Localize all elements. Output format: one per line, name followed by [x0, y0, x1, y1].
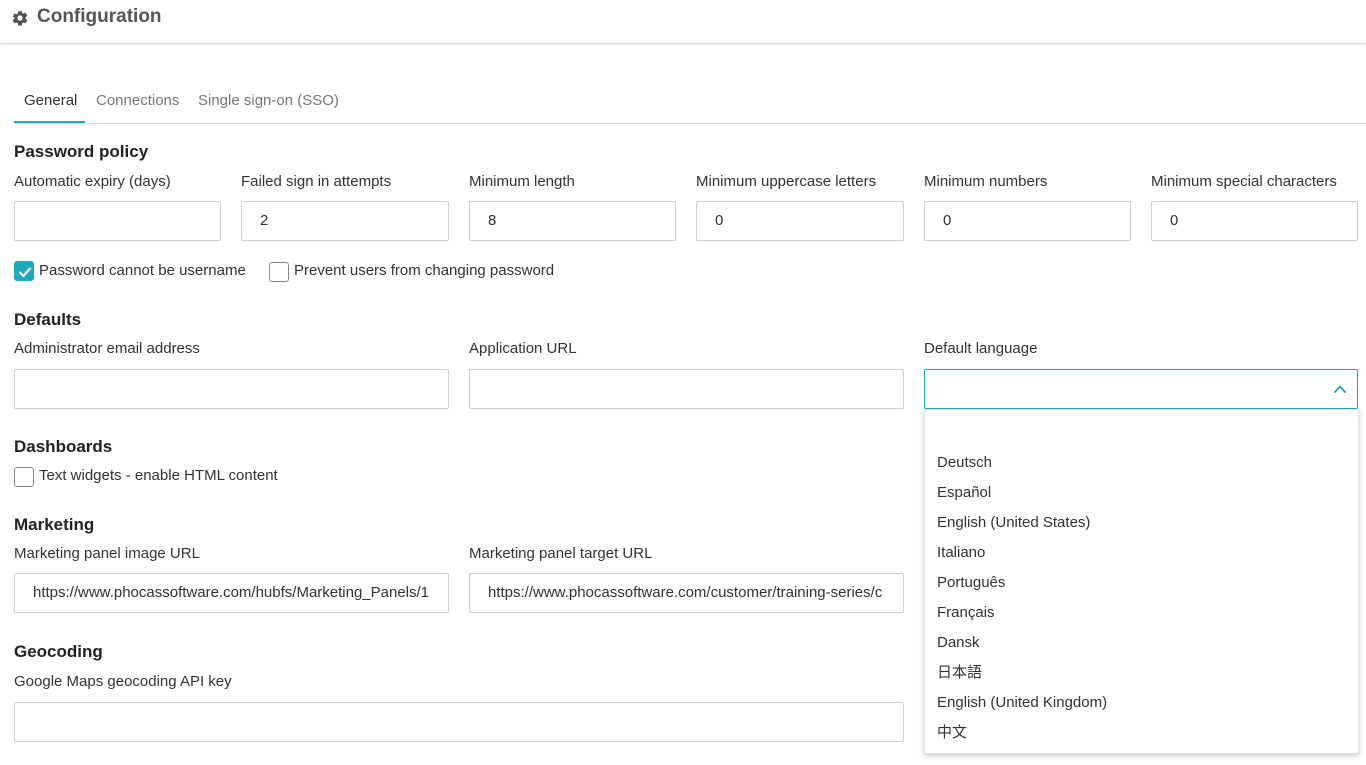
html-widgets-label: Text widgets - enable HTML content — [39, 467, 278, 484]
geocoding-api-key-label: Google Maps geocoding API key — [14, 673, 232, 690]
tab-general[interactable]: General — [14, 84, 85, 123]
expiry-label: Automatic expiry (days) — [14, 173, 171, 190]
language-option[interactable]: Português — [937, 574, 1005, 592]
defaults-heading: Defaults — [14, 310, 82, 329]
gear-icon — [12, 10, 28, 26]
expiry-input[interactable] — [14, 201, 221, 241]
min-length-label: Minimum length — [469, 173, 575, 190]
marketing-heading: Marketing — [14, 515, 95, 534]
language-option[interactable]: 中文 — [937, 724, 967, 742]
geocoding-heading: Geocoding — [14, 642, 103, 661]
tab-sso[interactable]: Single sign-on (SSO) — [198, 84, 339, 123]
prevent-change-password-label: Prevent users from changing password — [294, 262, 555, 279]
min-length-input[interactable]: 8 — [469, 201, 676, 241]
dashboards-heading: Dashboards — [14, 437, 113, 456]
password-not-username-checkbox[interactable] — [14, 261, 34, 281]
page-title: Configuration — [37, 6, 162, 27]
chevron-up-icon — [1334, 385, 1346, 393]
language-option[interactable]: 日本語 — [937, 664, 982, 682]
marketing-target-url-input[interactable]: https://www.phocassoftware.com/customer/… — [469, 573, 904, 613]
failed-attempts-label: Failed sign in attempts — [241, 173, 392, 190]
default-language-label: Default language — [924, 340, 1038, 357]
language-option[interactable]: Français — [937, 604, 995, 622]
geocoding-api-key-input[interactable] — [14, 702, 904, 742]
prevent-change-password-checkbox[interactable] — [269, 262, 289, 282]
min-numbers-label: Minimum numbers — [924, 173, 1048, 190]
language-option[interactable]: Italiano — [937, 544, 985, 562]
default-language-select[interactable] — [924, 369, 1358, 409]
admin-email-label: Administrator email address — [14, 340, 200, 357]
tab-connections[interactable]: Connections — [96, 84, 179, 123]
page-header: Configuration — [0, 0, 1366, 44]
min-numbers-input[interactable]: 0 — [924, 201, 1131, 241]
marketing-image-url-label: Marketing panel image URL — [14, 545, 200, 562]
min-uppercase-label: Minimum uppercase letters — [696, 173, 877, 190]
tab-bar: General Connections Single sign-on (SSO) — [14, 84, 1366, 124]
marketing-target-url-label: Marketing panel target URL — [469, 545, 653, 562]
marketing-image-url-input[interactable]: https://www.phocassoftware.com/hubfs/Mar… — [14, 573, 449, 613]
language-dropdown-menu: Deutsch Español English (United States) … — [924, 409, 1359, 754]
language-option[interactable]: Español — [937, 484, 991, 502]
min-special-input[interactable]: 0 — [1151, 201, 1358, 241]
language-option[interactable]: English (United Kingdom) — [937, 694, 1107, 712]
password-not-username-label: Password cannot be username — [39, 262, 246, 279]
html-widgets-checkbox[interactable] — [14, 467, 34, 487]
language-option[interactable]: Deutsch — [937, 454, 992, 472]
min-uppercase-input[interactable]: 0 — [696, 201, 904, 241]
admin-email-input[interactable] — [14, 369, 449, 409]
failed-attempts-input[interactable]: 2 — [241, 201, 449, 241]
app-url-label: Application URL — [469, 340, 577, 357]
checkmark-icon — [18, 267, 32, 278]
language-option[interactable]: English (United States) — [937, 514, 1090, 532]
language-option[interactable]: Dansk — [937, 634, 980, 652]
app-url-input[interactable] — [469, 369, 904, 409]
min-special-label: Minimum special characters — [1151, 173, 1337, 190]
password-policy-heading: Password policy — [14, 142, 149, 161]
